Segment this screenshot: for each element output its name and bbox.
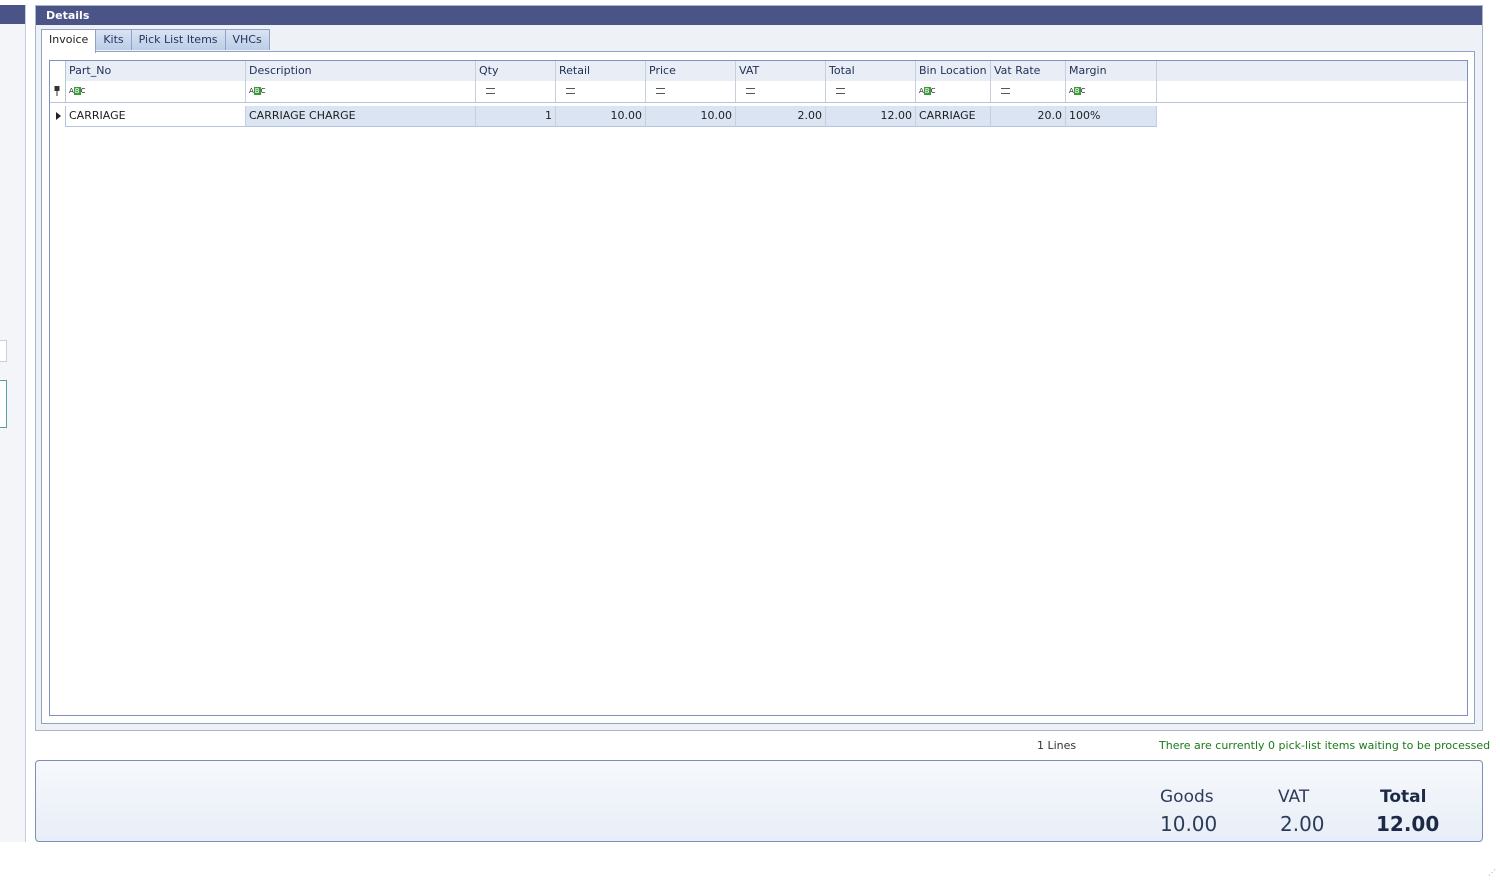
cell-price[interactable]: 10.00 (646, 106, 736, 127)
equals-icon (746, 88, 755, 94)
grid-header-row: Part_No Description Qty Retail Price VAT… (50, 61, 1467, 82)
left-panel-header (0, 5, 25, 24)
tab-pick-list-items[interactable]: Pick List Items (130, 29, 226, 50)
column-header-price[interactable]: Price (646, 61, 736, 81)
equals-icon (566, 88, 575, 94)
filter-cell-retail[interactable] (556, 81, 646, 102)
cell-total[interactable]: 12.00 (826, 106, 916, 127)
column-header-bin-location[interactable]: Bin Location (916, 61, 991, 81)
cell-vat-rate[interactable]: 20.0 (991, 106, 1066, 127)
filter-indicator-cell (50, 81, 66, 102)
equals-icon (486, 88, 495, 94)
goods-label: Goods (1160, 787, 1214, 807)
totals-panel: Goods 10.00 VAT 2.00 Total 12.00 (35, 760, 1483, 842)
column-header-vat[interactable]: VAT (736, 61, 826, 81)
tab-kits[interactable]: Kits (95, 29, 132, 50)
resize-grip-icon[interactable]: ⋰ (1488, 869, 1496, 877)
column-header-retail[interactable]: Retail (556, 61, 646, 81)
filter-cell-total[interactable] (826, 81, 916, 102)
filter-cell-description[interactable]: ABC (246, 81, 476, 102)
equals-icon (836, 88, 845, 94)
filter-cell-vat[interactable] (736, 81, 826, 102)
lines-count: 1 Lines (1037, 739, 1077, 752)
grid-filter-row: ABC ABC ABC ABC (50, 81, 1467, 103)
column-header-margin[interactable]: Margin (1066, 61, 1157, 81)
cell-retail[interactable]: 10.00 (556, 106, 646, 127)
cell-bin-location[interactable]: CARRIAGE (916, 106, 991, 127)
abc-icon: ABC (69, 86, 86, 95)
vat-value: 2.00 (1280, 812, 1325, 836)
cell-qty[interactable]: 1 (476, 106, 556, 127)
left-panel-edge (0, 5, 26, 842)
tab-invoice[interactable]: Invoice (41, 29, 97, 53)
vat-label: VAT (1278, 787, 1310, 807)
column-header-vat-rate[interactable]: Vat Rate (991, 61, 1066, 81)
tab-vhcs[interactable]: VHCs (224, 29, 270, 50)
equals-icon (1001, 88, 1010, 94)
header-indicator-cell (50, 61, 66, 81)
cell-vat[interactable]: 2.00 (736, 106, 826, 127)
column-header-qty[interactable]: Qty (476, 61, 556, 81)
abc-icon: ABC (919, 86, 936, 95)
details-tabs: Invoice Kits Pick List Items VHCs (41, 29, 270, 53)
column-header-part-no[interactable]: Part_No (66, 61, 246, 81)
filter-cell-part-no[interactable]: ABC (66, 81, 246, 102)
details-panel-title: Details (36, 6, 1482, 25)
invoice-grid: Part_No Description Qty Retail Price VAT… (49, 60, 1468, 716)
filter-cell-bin-location[interactable]: ABC (916, 81, 991, 102)
left-panel-field[interactable] (0, 340, 7, 362)
row-arrow-icon (56, 112, 61, 120)
pin-icon (54, 86, 60, 96)
goods-value: 10.00 (1160, 812, 1218, 836)
total-label: Total (1380, 787, 1427, 807)
filter-cell-qty[interactable] (476, 81, 556, 102)
equals-icon (656, 88, 665, 94)
details-panel: Details Invoice Kits Pick List Items VHC… (35, 5, 1483, 731)
abc-icon: ABC (249, 86, 266, 95)
filter-cell-margin[interactable]: ABC (1066, 81, 1157, 102)
filter-cell-vat-rate[interactable] (991, 81, 1066, 102)
picklist-status-message: There are currently 0 pick-list items wa… (1159, 739, 1491, 752)
row-indicator-cell[interactable] (50, 106, 66, 127)
abc-icon: ABC (1069, 86, 1086, 95)
total-value: 12.00 (1376, 812, 1440, 836)
left-panel-text-area[interactable] (0, 380, 7, 428)
filter-cell-price[interactable] (646, 81, 736, 102)
column-header-description[interactable]: Description (246, 61, 476, 81)
invoice-tab-content: Part_No Description Qty Retail Price VAT… (41, 51, 1475, 724)
column-header-total[interactable]: Total (826, 61, 916, 81)
cell-part-no[interactable]: CARRIAGE (66, 106, 246, 127)
cell-description[interactable]: CARRIAGE CHARGE (246, 106, 476, 127)
table-row[interactable]: CARRIAGE CARRIAGE CHARGE 1 10.00 10.00 2… (50, 106, 1467, 127)
cell-margin[interactable]: 100% (1066, 106, 1157, 127)
